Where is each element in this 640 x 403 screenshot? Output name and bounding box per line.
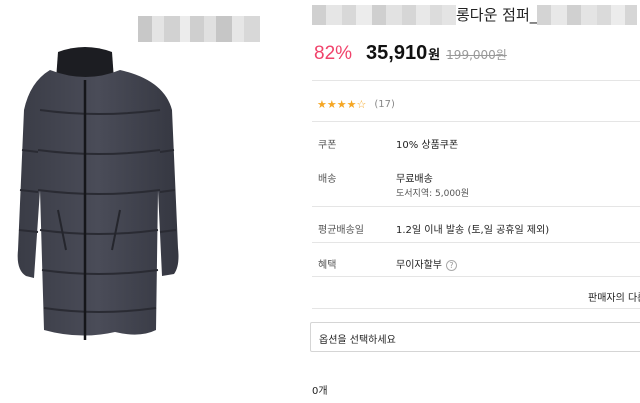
divider: [312, 308, 640, 309]
original-price: 199,000원: [446, 48, 507, 62]
delivery-extra-fee: 도서지역: 5,000원: [396, 189, 470, 199]
price-row: 82% 35,910 원 199,000원: [314, 42, 507, 65]
review-count[interactable]: (17): [374, 99, 395, 110]
avg-delivery-label: 평균배송일: [318, 225, 364, 236]
benefit-label: 혜택: [318, 260, 337, 271]
divider: [312, 242, 640, 243]
coupon-label: 쿠폰: [318, 140, 337, 151]
blurred-title-prefix: [312, 4, 456, 25]
blurred-title-suffix: [537, 4, 638, 25]
delivery-value: 무료배송: [396, 174, 433, 185]
rating-row[interactable]: ★★★★☆ (17): [317, 98, 395, 111]
blurred-brand-label: [138, 16, 260, 42]
star-rating-icon: ★★★★☆: [317, 98, 367, 111]
divider: [312, 206, 640, 207]
product-image[interactable]: [0, 40, 200, 360]
help-icon[interactable]: ?: [446, 259, 457, 271]
divider: [312, 121, 640, 122]
coupon-value[interactable]: 10% 상품쿠폰: [396, 136, 458, 151]
discount-rate: 82%: [314, 43, 353, 64]
quantity-count: 0개: [312, 386, 328, 397]
benefit-text: 무이자할부: [396, 260, 442, 271]
avg-delivery-value: 1.2일 이내 발송 (토,일 공휴일 제외): [396, 225, 550, 236]
delivery-label: 배송: [318, 174, 337, 185]
seller-other-products-link[interactable]: 판매자의 다른: [588, 289, 640, 304]
title-text: 롱다운 점퍼_: [456, 6, 538, 24]
sale-price: 35,910: [366, 42, 428, 64]
divider: [312, 276, 640, 277]
currency-unit: 원: [428, 48, 441, 63]
product-title: 롱다운 점퍼_: [312, 4, 638, 25]
benefit-value: 무이자할부?: [396, 256, 457, 271]
divider: [312, 80, 640, 81]
option-select[interactable]: 옵션을 선택하세요: [310, 322, 640, 352]
